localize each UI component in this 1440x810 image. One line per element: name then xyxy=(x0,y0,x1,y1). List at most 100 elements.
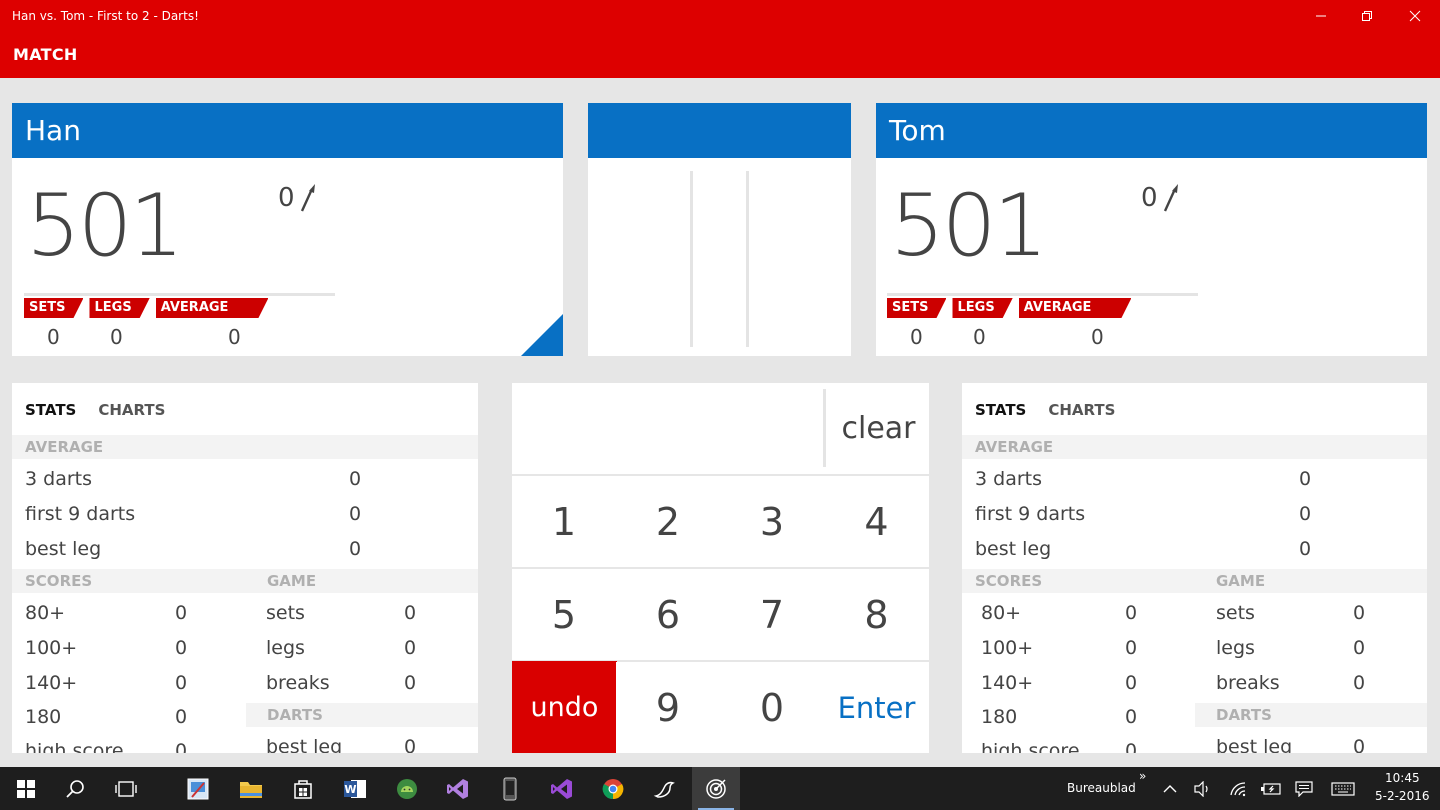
score-divider xyxy=(24,293,335,296)
action-center-button[interactable] xyxy=(1289,767,1319,810)
active-player-indicator xyxy=(521,314,563,356)
stat-label: 80+ xyxy=(981,602,1022,624)
chevron-up-icon xyxy=(1163,784,1177,792)
key-8[interactable]: 8 xyxy=(824,569,929,660)
clock-date[interactable]: 5-2-2016 xyxy=(1375,789,1429,803)
key-0[interactable]: 0 xyxy=(720,662,824,753)
svg-text:W: W xyxy=(344,783,356,796)
start-button[interactable] xyxy=(2,767,50,810)
clock-time[interactable]: 10:45 xyxy=(1385,771,1420,785)
desktop-toolbar-label[interactable]: Bureaublad xyxy=(1067,781,1136,795)
stat-value: 0 xyxy=(175,706,188,728)
stat-label: 140+ xyxy=(25,672,78,694)
stat-value: 0 xyxy=(1125,706,1138,728)
legs-tag: LEGS xyxy=(89,298,149,318)
taskbar-app-word[interactable]: W xyxy=(331,767,379,810)
taskbar-app-store[interactable] xyxy=(279,767,327,810)
search-button[interactable] xyxy=(51,767,99,810)
legs-tag: LEGS xyxy=(952,298,1012,318)
taskbar-app-phone-emulator[interactable] xyxy=(486,767,534,810)
stat-value: 0 xyxy=(404,602,417,624)
taskbar-app-darts[interactable] xyxy=(692,767,740,810)
taskbar-app-visual-studio[interactable] xyxy=(434,767,482,810)
undo-button[interactable]: undo xyxy=(512,661,617,753)
key-5[interactable]: 5 xyxy=(512,569,616,660)
taskbar-app-bird[interactable] xyxy=(641,767,689,810)
clear-button[interactable]: clear xyxy=(828,383,929,474)
page-title: MATCH xyxy=(13,45,78,64)
stat-label: 180 xyxy=(25,706,62,728)
target-icon xyxy=(706,778,726,799)
taskbar: W Bureaublad » 10:45 5-2-2016 xyxy=(0,767,1440,810)
tab-charts[interactable]: CHARTS xyxy=(98,401,165,419)
key-7[interactable]: 7 xyxy=(720,569,824,660)
key-1[interactable]: 1 xyxy=(512,476,616,567)
taskbar-app-chrome[interactable] xyxy=(589,767,637,810)
tab-stats[interactable]: STATS xyxy=(975,401,1026,419)
legs-value: 0 xyxy=(110,325,123,349)
minimize-button[interactable] xyxy=(1298,0,1344,32)
leg-tracker-panel xyxy=(588,103,851,356)
window-title: Han vs. Tom - First to 2 - Darts! xyxy=(12,9,199,23)
stats-tabs: STATS CHARTS xyxy=(25,401,165,419)
stat-label: 3 darts xyxy=(975,468,1042,490)
taskbar-app-android-studio[interactable] xyxy=(383,767,431,810)
stat-label: breaks xyxy=(266,672,330,694)
stat-value: 0 xyxy=(1353,736,1366,753)
stat-label: 100+ xyxy=(25,637,78,659)
phone-icon xyxy=(503,777,517,800)
word-icon: W xyxy=(344,779,366,798)
toolbar-expand-icon[interactable]: » xyxy=(1139,769,1146,783)
input-divider xyxy=(823,389,826,467)
restore-button[interactable] xyxy=(1344,0,1390,32)
stat-label: 140+ xyxy=(981,672,1034,694)
tab-charts[interactable]: CHARTS xyxy=(1048,401,1115,419)
stats-panel-han: STATS CHARTS AVERAGE 3 darts 0 first 9 d… xyxy=(12,383,478,753)
stat-value: 0 xyxy=(1125,602,1138,624)
key-6[interactable]: 6 xyxy=(616,569,720,660)
volume-button[interactable] xyxy=(1188,767,1218,810)
darts-section-header: DARTS xyxy=(246,703,478,727)
stat-label: high score xyxy=(25,740,124,753)
stat-value: 0 xyxy=(404,672,417,694)
stat-value: 0 xyxy=(349,468,362,490)
stat-label: 180 xyxy=(981,706,1018,728)
task-view-button[interactable] xyxy=(102,767,150,810)
close-button[interactable] xyxy=(1392,0,1438,32)
wifi-icon xyxy=(1230,781,1246,796)
average-tag: AVERAGE xyxy=(1019,298,1132,318)
darts-thrown: 0 xyxy=(278,183,317,213)
restore-icon xyxy=(1362,11,1372,21)
stat-label: sets xyxy=(266,602,305,624)
player-header: Tom xyxy=(876,103,1427,158)
taskbar-app-file-explorer[interactable] xyxy=(227,767,275,810)
average-value: 0 xyxy=(1091,325,1104,349)
average-section-header: AVERAGE xyxy=(962,435,1427,459)
stat-value: 0 xyxy=(404,637,417,659)
sets-tag: SETS xyxy=(887,298,946,318)
show-hidden-icons-button[interactable] xyxy=(1156,767,1184,810)
taskbar-app-visual-studio-2[interactable] xyxy=(538,767,586,810)
stat-value: 0 xyxy=(1353,637,1366,659)
stat-value: 0 xyxy=(175,637,188,659)
battery-button[interactable] xyxy=(1256,767,1286,810)
key-2[interactable]: 2 xyxy=(616,476,720,567)
scores-section-header: SCORES xyxy=(962,569,1195,593)
keyboard-button[interactable] xyxy=(1326,767,1360,810)
stat-label: breaks xyxy=(1216,672,1280,694)
stat-label: 80+ xyxy=(25,602,66,624)
notification-icon xyxy=(1295,780,1313,797)
enter-button[interactable]: Enter xyxy=(824,662,929,753)
stat-label: sets xyxy=(1216,602,1255,624)
player-panel-han: Han 501 0 SETS LEGS AVERAGE 0 0 0 xyxy=(12,103,563,356)
key-4[interactable]: 4 xyxy=(824,476,929,567)
stat-value: 0 xyxy=(349,538,362,560)
key-3[interactable]: 3 xyxy=(720,476,824,567)
stat-value: 0 xyxy=(1353,672,1366,694)
taskbar-app-paint[interactable] xyxy=(174,767,222,810)
column-divider xyxy=(690,171,693,347)
darts-section-header: DARTS xyxy=(1195,703,1427,727)
network-button[interactable] xyxy=(1224,767,1254,810)
key-9[interactable]: 9 xyxy=(616,662,720,753)
tab-stats[interactable]: STATS xyxy=(25,401,76,419)
